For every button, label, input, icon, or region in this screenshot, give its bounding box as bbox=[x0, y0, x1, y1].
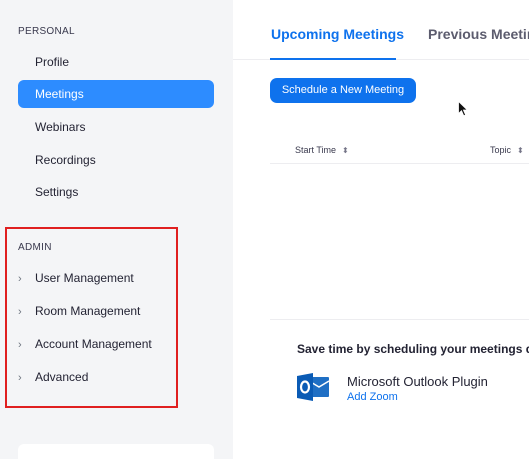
sidebar-item-room-management[interactable]: › Room Management bbox=[18, 300, 168, 322]
main-content: Upcoming Meetings Previous Meetin Schedu… bbox=[233, 0, 529, 459]
mouse-cursor-icon bbox=[458, 101, 468, 117]
chevron-right-icon: › bbox=[18, 306, 22, 318]
sidebar-item-user-management[interactable]: › User Management bbox=[18, 267, 168, 289]
column-header-label: Start Time bbox=[295, 145, 337, 155]
column-header-label: Topic bbox=[490, 145, 512, 155]
outlook-icon bbox=[297, 373, 329, 401]
sidebar-item-account-management[interactable]: › Account Management bbox=[18, 333, 168, 355]
add-zoom-link[interactable]: Add Zoom bbox=[347, 391, 398, 403]
section-divider bbox=[270, 319, 529, 320]
chevron-right-icon: › bbox=[18, 372, 22, 384]
personal-section-title: PERSONAL bbox=[18, 26, 75, 37]
sidebar-item-advanced[interactable]: › Advanced bbox=[18, 366, 168, 388]
sidebar-item-profile[interactable]: Profile bbox=[18, 48, 214, 76]
column-header-start-time[interactable]: Start Time ⬍ bbox=[295, 145, 349, 155]
sort-icon: ⬍ bbox=[342, 146, 349, 155]
sort-icon: ⬍ bbox=[517, 146, 524, 155]
column-header-topic[interactable]: Topic ⬍ bbox=[490, 145, 524, 155]
active-tab-indicator bbox=[270, 58, 396, 60]
admin-section-title: ADMIN bbox=[18, 242, 52, 253]
sidebar-item-webinars[interactable]: Webinars bbox=[18, 113, 214, 141]
schedule-meeting-button[interactable]: Schedule a New Meeting bbox=[270, 78, 416, 103]
sidebar-bottom-card bbox=[18, 444, 214, 459]
plugin-name: Microsoft Outlook Plugin bbox=[347, 374, 488, 389]
chevron-right-icon: › bbox=[18, 273, 22, 285]
sidebar-item-label: Room Management bbox=[35, 304, 141, 318]
sidebar: PERSONAL Profile Meetings Webinars Recor… bbox=[0, 0, 233, 459]
table-header-divider bbox=[270, 163, 529, 164]
promo-title: Save time by scheduling your meetings di… bbox=[297, 342, 529, 356]
chevron-right-icon: › bbox=[18, 339, 22, 351]
tab-upcoming-meetings[interactable]: Upcoming Meetings bbox=[271, 26, 404, 42]
sidebar-item-meetings[interactable]: Meetings bbox=[18, 80, 214, 108]
sidebar-item-label: User Management bbox=[35, 271, 134, 285]
sidebar-item-recordings[interactable]: Recordings bbox=[18, 146, 214, 174]
sidebar-item-settings[interactable]: Settings bbox=[18, 178, 214, 206]
tab-previous-meetings[interactable]: Previous Meetin bbox=[428, 26, 529, 42]
sidebar-item-label: Account Management bbox=[35, 337, 152, 351]
sidebar-item-label: Advanced bbox=[35, 370, 89, 384]
